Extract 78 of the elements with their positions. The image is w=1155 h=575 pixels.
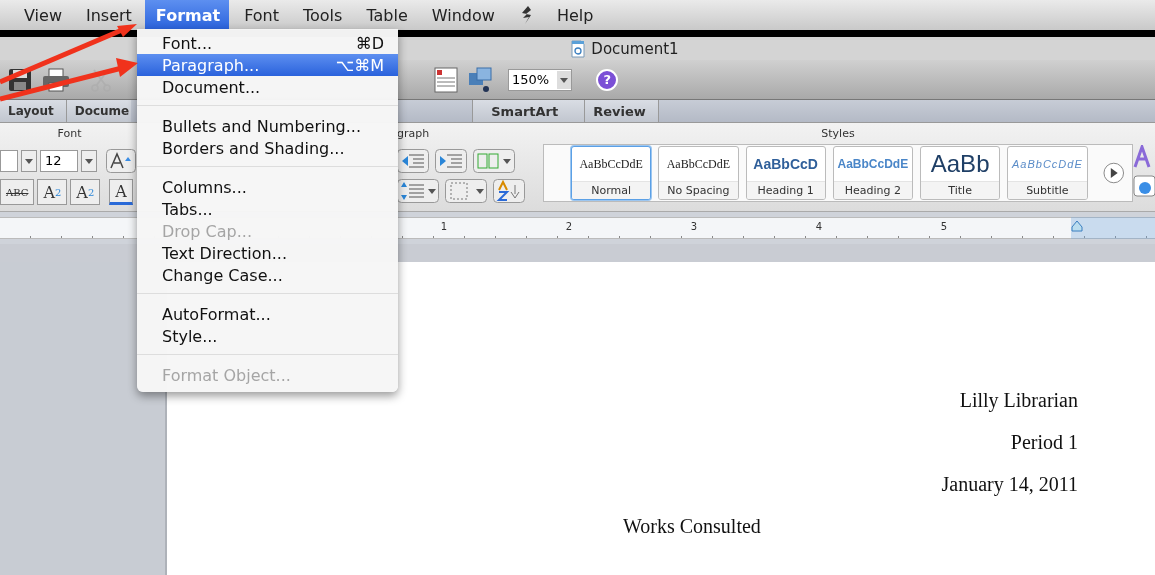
style-card[interactable]: AaBbCcDdE Heading 2 (832, 146, 913, 200)
table-icon[interactable] (434, 66, 458, 93)
ribbon-tab[interactable]: Docume (66, 100, 132, 122)
menu-item[interactable]: Table (355, 0, 417, 30)
format-button[interactable]: ABC (0, 179, 35, 205)
menu-item[interactable]: Change Case... (137, 264, 398, 286)
group-label: Font (56, 127, 83, 142)
style-card[interactable]: AaBbCcD Heading 1 (745, 146, 826, 200)
menu-item[interactable]: View (13, 0, 71, 30)
menu-item[interactable]: Format (144, 0, 230, 30)
style-name: No Spacing (659, 181, 738, 199)
ribbon-tab[interactable]: SmartArt (472, 100, 586, 122)
menu-row[interactable]: Font... ⌘D (137, 32, 398, 54)
style-name: Title (921, 181, 1000, 199)
zoom-field[interactable]: 150% (508, 68, 573, 91)
menu-item-label: Font... (162, 33, 213, 53)
font-size-field[interactable]: 12 (40, 150, 78, 172)
print-icon[interactable] (42, 67, 70, 92)
indent-decrease-icon[interactable] (397, 149, 430, 173)
style-sample: AaBbCcD (752, 155, 819, 174)
ruler-number: 1 (439, 220, 447, 234)
style-sample: AaBbCcDdE (1010, 157, 1084, 172)
borders-icon[interactable] (445, 179, 488, 203)
document-text: January 14, 2011 (940, 473, 1078, 498)
columns-icon[interactable] (473, 149, 516, 173)
media-icon[interactable] (468, 66, 494, 93)
style-card[interactable]: AaBb Title (920, 146, 1001, 200)
document-text: Period 1 (1009, 431, 1078, 455)
menu-item[interactable]: Columns... (137, 176, 398, 198)
ruler-number: 2 (564, 220, 572, 234)
shortcut-label: ⌥⌘M (335, 55, 384, 75)
indent-increase-icon[interactable] (435, 149, 468, 173)
menu-item-label: Paragraph... (162, 55, 260, 75)
style-sample: AaBb (929, 149, 991, 179)
menu-item[interactable]: Window (420, 0, 504, 30)
style-card[interactable]: AaBbCcDdE No Spacing (658, 146, 739, 200)
shape-icon[interactable] (1133, 175, 1155, 197)
style-name: Heading 2 (833, 181, 912, 199)
style-name: Heading 1 (746, 181, 825, 199)
style-sample: AaBbCcDdE (836, 156, 910, 173)
ruler-number: 3 (689, 220, 697, 234)
menu-item[interactable]: Tabs... (137, 198, 398, 220)
document-text: Works Consulted (622, 515, 762, 539)
style-name: Normal (572, 181, 651, 199)
menu-item[interactable]: Insert (74, 0, 141, 30)
font-name-field[interactable] (0, 150, 18, 172)
group-label: graph (397, 127, 431, 142)
menu-item[interactable]: Help (545, 0, 603, 30)
format-button[interactable]: A (109, 179, 133, 205)
style-sample: AaBbCcDdE (665, 155, 732, 173)
ribbon-tab[interactable]: Review (585, 100, 659, 122)
sort-icon[interactable] (493, 179, 526, 203)
menu-item[interactable]: Tools (292, 0, 352, 30)
menu-item[interactable]: Borders and Shading... (137, 137, 398, 159)
group-label: Styles (820, 127, 856, 142)
menu-item[interactable]: Style... (137, 325, 398, 347)
document-icon[interactable] (571, 39, 586, 58)
ribbon-tab[interactable]: Layout (0, 100, 67, 122)
ruler-number: 5 (939, 220, 947, 234)
menu-item[interactable]: Bullets and Numbering... (137, 115, 398, 137)
style-name: Subtitle (1008, 181, 1087, 199)
menu-item[interactable]: Document... (137, 76, 398, 98)
format-button[interactable]: A$^{2}$ (37, 179, 68, 205)
window-title: Document1 (591, 39, 679, 58)
menu-item[interactable]: AutoFormat... (137, 303, 398, 325)
indent-marker-icon[interactable] (1071, 220, 1083, 232)
document-text: Lilly Librarian (958, 389, 1078, 414)
grow-font-icon[interactable] (106, 149, 136, 173)
style-card[interactable]: AaBbCcDdE Normal (571, 146, 652, 200)
help-button[interactable]: ? (596, 68, 619, 91)
menu-item[interactable]: Font (233, 0, 288, 30)
menu-row[interactable]: Paragraph... ⌥⌘M (137, 54, 398, 76)
style-card[interactable]: AaBbCcDdE Subtitle (1007, 146, 1088, 200)
ruler-number: 4 (814, 220, 822, 234)
scissors-icon[interactable] (90, 67, 112, 92)
style-sample: AaBbCcDdE (578, 155, 644, 173)
line-spacing-icon[interactable] (397, 179, 440, 203)
shortcut-label: ⌘D (355, 33, 384, 53)
